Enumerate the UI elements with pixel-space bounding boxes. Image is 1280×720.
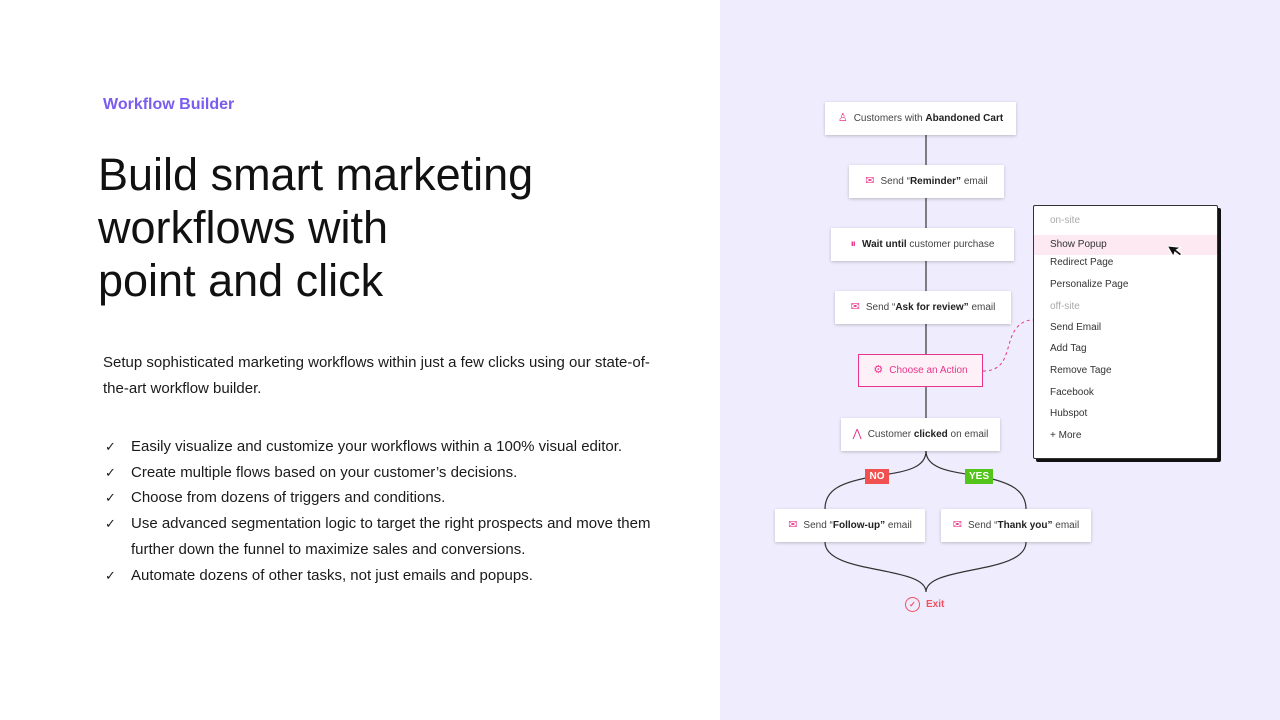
yes-badge: YES [965, 469, 993, 484]
split-icon: ⋀ [852, 428, 862, 440]
node-label: Choose an Action [889, 365, 968, 376]
gear-icon: ⚙ [873, 364, 884, 376]
menu-item-personalize-page[interactable]: Personalize Page [1034, 278, 1217, 300]
mail-icon: ✉ [850, 301, 860, 313]
feature-text: Create multiple flows based on your cust… [131, 463, 518, 481]
feature-list: ✓ Easily visualize and customize your wor… [105, 434, 665, 588]
menu-item-hubspot[interactable]: Hubspot [1034, 407, 1217, 429]
exit-node[interactable]: ✓ Exit [905, 597, 944, 612]
node-label: Wait until customer purchase [862, 239, 995, 250]
node-label: Send “Thank you” email [968, 520, 1080, 531]
feature-text: Easily visualize and customize your work… [131, 438, 623, 455]
menu-item-send-email[interactable]: Send Email [1034, 321, 1217, 343]
node-label: Customers with Abandoned Cart [853, 113, 1004, 124]
menu-group-label: off-site [1050, 301, 1080, 313]
check-icon: ✓ [105, 464, 116, 480]
reminder-email-node[interactable]: ✉ Send “Reminder” email [849, 165, 1004, 198]
menu-group-label: on-site [1050, 215, 1081, 226]
menu-item-remove-tag[interactable]: Remove Tage [1034, 364, 1217, 386]
review-email-node[interactable]: ✉ Send “Ask for review” email [835, 291, 1011, 324]
mail-icon: ✉ [952, 519, 963, 531]
check-circle-icon: ✓ [905, 597, 920, 612]
menu-item-redirect-page[interactable]: Redirect Page [1034, 256, 1217, 278]
feature-text: Use advanced segmentation logic to targe… [131, 515, 651, 558]
wait-node[interactable]: ⏸ Wait until customer purchase [831, 228, 1014, 261]
feature-item: ✓ Create multiple flows based on your cus… [105, 460, 665, 486]
check-icon: ✓ [105, 490, 116, 506]
feature-text: Choose from dozens of triggers and condi… [131, 489, 446, 507]
title-line: point and click [98, 255, 384, 306]
feature-item: ✓ Choose from dozens of triggers and cond… [105, 485, 665, 511]
action-menu: on-site Show Popup Redirect Page Persona… [1033, 205, 1218, 459]
node-label: Send “Follow-up” email [803, 520, 912, 531]
choose-action-node[interactable]: ⚙ Choose an Action [858, 354, 983, 387]
title-line: workflows with [98, 202, 389, 253]
feature-item: ✓ Automate dozens of other tasks, not jus… [105, 563, 665, 589]
check-icon: ✓ [105, 567, 116, 583]
description: Setup sophisticated marketing workflows … [103, 354, 650, 397]
mail-icon: ✉ [865, 175, 875, 187]
menu-item-add-tag[interactable]: Add Tag [1034, 342, 1217, 364]
node-label: Send “Ask for review” email [865, 302, 996, 313]
feature-item: ✓ Use advanced segmentation logic to targ… [105, 511, 665, 562]
menu-item-more[interactable]: + More [1034, 429, 1217, 451]
hero-section: Workflow Builder Build smart marketing w… [0, 0, 720, 720]
no-badge: NO [865, 469, 889, 484]
check-icon: ✓ [105, 516, 116, 532]
page-title: Build smart marketing workflows with poi… [98, 148, 533, 307]
eyebrow-label: Workflow Builder [103, 96, 235, 113]
node-label: Customer clicked on email [867, 429, 989, 440]
feature-item: ✓ Easily visualize and customize your wor… [105, 434, 665, 460]
cursor-icon [1168, 245, 1183, 258]
mail-icon: ✉ [788, 519, 798, 531]
pause-icon: ⏸ [850, 238, 857, 250]
menu-item-facebook[interactable]: Facebook [1034, 386, 1217, 408]
check-icon: ✓ [105, 439, 116, 454]
feature-text: Automate dozens of other tasks, not just… [131, 566, 533, 584]
menu-item-show-popup[interactable]: Show Popup [1034, 234, 1217, 255]
trigger-node[interactable]: ♙ Customers with Abandoned Cart [825, 102, 1016, 135]
clicked-condition-node[interactable]: ⋀ Customer clicked on email [841, 418, 1000, 451]
exit-label: Exit [926, 599, 945, 610]
title-line: Build smart marketing [98, 149, 534, 200]
user-icon: ♙ [837, 112, 848, 124]
follow-up-email-node[interactable]: ✉ Send “Follow-up” email [775, 509, 925, 542]
thank-you-email-node[interactable]: ✉ Send “Thank you” email [941, 509, 1091, 542]
node-label: Send “Reminder” email [880, 176, 988, 187]
